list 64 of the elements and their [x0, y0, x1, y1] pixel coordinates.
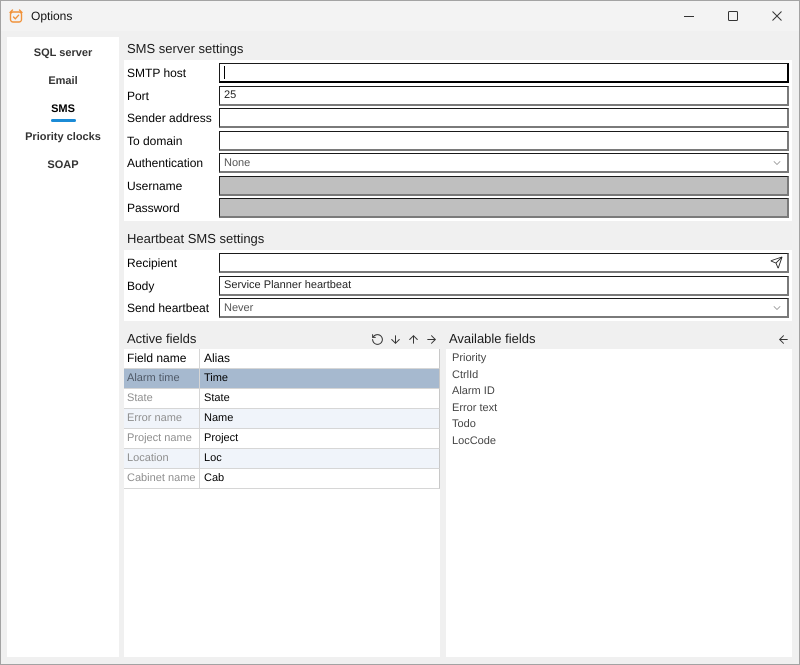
- table-row[interactable]: Cabinet name Cab: [124, 469, 440, 489]
- table-cell-text: Time: [203, 371, 230, 386]
- window-title: Options: [31, 9, 74, 23]
- input-field[interactable]: [219, 108, 789, 128]
- close-icon: [772, 11, 782, 21]
- list-item[interactable]: Alarm ID: [446, 383, 792, 400]
- nav-tab[interactable]: SQL server: [7, 39, 119, 67]
- field-label: Send heartbeat: [127, 300, 210, 317]
- column-header[interactable]: Field name: [124, 349, 200, 368]
- nav-tab[interactable]: SMS: [7, 95, 119, 123]
- arrow-down-icon[interactable]: [389, 333, 402, 346]
- input-field[interactable]: [219, 253, 789, 273]
- table-row[interactable]: Location Loc: [124, 449, 440, 469]
- dropdown-field[interactable]: Never: [219, 298, 789, 318]
- table-cell: Cabinet name: [124, 469, 200, 488]
- list-item[interactable]: Error text: [446, 400, 792, 416]
- arrow-right-icon[interactable]: [425, 333, 438, 346]
- table-cell-text: State: [203, 391, 231, 406]
- field-label: Port: [127, 88, 150, 104]
- send-icon[interactable]: [770, 256, 783, 269]
- table-cell-text: Project: [203, 431, 240, 446]
- list-item[interactable]: LocCode: [446, 432, 792, 449]
- list-item[interactable]: Priority: [446, 350, 792, 366]
- dropdown-field[interactable]: None: [219, 153, 789, 173]
- nav-tab[interactable]: Priority clocks: [7, 123, 119, 151]
- nav-tab[interactable]: Email: [7, 67, 119, 95]
- field-label: Password: [127, 200, 181, 217]
- table-cell: Project name: [124, 429, 200, 448]
- list-item[interactable]: Todo: [446, 416, 792, 432]
- table-cell: Location: [124, 449, 200, 468]
- field-label: Username: [127, 178, 184, 194]
- input-field[interactable]: [219, 63, 789, 83]
- text-cursor-icon: [224, 66, 225, 79]
- section-title: Heartbeat SMS settings: [127, 231, 264, 246]
- input-field[interactable]: Service Planner heartbeat: [219, 276, 789, 296]
- section-title: Available fields: [449, 331, 536, 346]
- arrow-left-icon[interactable]: [777, 333, 790, 346]
- table-row[interactable]: State State: [124, 389, 440, 409]
- table-row[interactable]: Error name Name: [124, 409, 440, 429]
- input-field[interactable]: [219, 130, 789, 150]
- maximize-icon: [728, 11, 738, 21]
- field-label: To domain: [127, 132, 184, 150]
- table-cell: State: [124, 389, 200, 408]
- section-title: Active fields: [127, 331, 196, 346]
- column-header[interactable]: Alias: [200, 349, 439, 368]
- refresh-icon[interactable]: [371, 333, 384, 346]
- arrow-up-icon[interactable]: [407, 333, 420, 346]
- table-cell-text: Cab: [203, 471, 226, 486]
- nav-tab[interactable]: SOAP: [7, 151, 119, 179]
- section-title: SMS server settings: [127, 41, 244, 56]
- list-item[interactable]: CtrlId: [446, 366, 792, 383]
- field-label: Recipient: [127, 255, 178, 272]
- field-label: Authentication: [127, 155, 204, 172]
- table-row[interactable]: Alarm time Time: [124, 369, 440, 389]
- table-row[interactable]: Project name Project: [124, 429, 440, 449]
- field-label: Body: [127, 278, 156, 294]
- field-label: SMTP host: [127, 65, 188, 82]
- alarm-clock-icon: [9, 9, 23, 23]
- table-cell: Alarm time: [124, 369, 200, 388]
- field-label: Sender address: [127, 110, 213, 127]
- table-cell-text: Name: [203, 411, 234, 426]
- input-field[interactable]: 25: [219, 86, 789, 106]
- table-cell: Error name: [124, 409, 200, 428]
- table-cell-text: Loc: [203, 451, 223, 466]
